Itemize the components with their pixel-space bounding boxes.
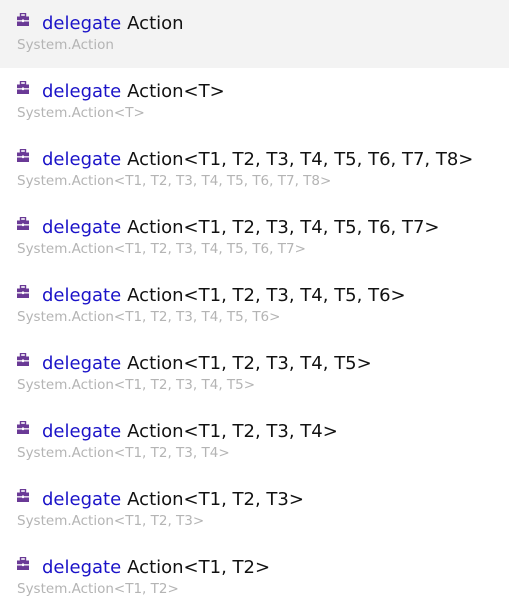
completion-item[interactable]: delegate Action<T1, T2> System.Action<T1…: [0, 544, 509, 612]
qualified-name-label: System.Action<T>: [17, 105, 145, 121]
item-title-row: delegate Action<T1, T2, T3, T4, T5, T6>: [17, 282, 406, 308]
qualified-name-label: System.Action<T1, T2, T3, T4, T5, T6, T7…: [17, 173, 332, 189]
item-title-row: delegate Action<T1, T2, T3, T4, T5, T6, …: [17, 146, 473, 172]
item-title-row: delegate Action<T>: [17, 78, 225, 104]
item-title-row: delegate Action<T1, T2, T3, T4>: [17, 418, 338, 444]
signature-label: Action<T1, T2, T3>: [127, 488, 304, 510]
qualified-name-label: System.Action<T1, T2, T3, T4, T5, T6>: [17, 309, 281, 325]
completion-item[interactable]: delegate Action<T> System.Action<T>: [0, 68, 509, 136]
delegate-icon: [17, 12, 29, 26]
signature-label: Action<T1, T2, T3, T4, T5, T6, T7>: [127, 216, 440, 238]
item-title-row: delegate Action<T1, T2, T3, T4, T5>: [17, 350, 372, 376]
completion-item[interactable]: delegate Action<T1, T2, T3, T4> System.A…: [0, 408, 509, 476]
item-title-row: delegate Action<T1, T2>: [17, 554, 270, 580]
signature-label: Action<T1, T2, T3, T4, T5>: [127, 352, 372, 374]
delegate-icon: [17, 80, 29, 94]
signature-label: Action<T1, T2>: [127, 556, 271, 578]
signature-label: Action: [127, 12, 184, 34]
completion-item[interactable]: delegate Action<T1, T2, T3, T4, T5, T6> …: [0, 272, 509, 340]
delegate-icon: [17, 556, 29, 570]
completion-item[interactable]: delegate Action<T1, T2, T3, T4, T5, T6, …: [0, 204, 509, 272]
delegate-icon: [17, 420, 29, 434]
qualified-name-label: System.Action: [17, 37, 114, 53]
signature-label: Action<T1, T2, T3, T4>: [127, 420, 338, 442]
qualified-name-label: System.Action<T1, T2, T3, T4>: [17, 445, 230, 461]
qualified-name-label: System.Action<T1, T2>: [17, 581, 179, 597]
delegate-icon: [17, 284, 29, 298]
signature-label: Action<T1, T2, T3, T4, T5, T6>: [127, 284, 406, 306]
item-title-row: delegate Action<T1, T2, T3>: [17, 486, 304, 512]
item-title-row: delegate Action: [17, 10, 184, 36]
keyword-label: delegate: [42, 420, 122, 442]
item-title-row: delegate Action<T1, T2, T3, T4, T5, T6, …: [17, 214, 440, 240]
qualified-name-label: System.Action<T1, T2, T3>: [17, 513, 205, 529]
qualified-name-label: System.Action<T1, T2, T3, T4, T5>: [17, 377, 256, 393]
delegate-icon: [17, 216, 29, 230]
keyword-label: delegate: [42, 148, 122, 170]
delegate-icon: [17, 352, 29, 366]
completion-item[interactable]: delegate Action<T1, T2, T3> System.Actio…: [0, 476, 509, 544]
delegate-icon: [17, 488, 29, 502]
completion-item[interactable]: delegate Action<T1, T2, T3, T4, T5, T6, …: [0, 136, 509, 204]
completion-item[interactable]: delegate Action<T1, T2, T3, T4, T5> Syst…: [0, 340, 509, 408]
keyword-label: delegate: [42, 488, 122, 510]
signature-label: Action<T1, T2, T3, T4, T5, T6, T7, T8>: [127, 148, 474, 170]
keyword-label: delegate: [42, 284, 122, 306]
keyword-label: delegate: [42, 556, 122, 578]
keyword-label: delegate: [42, 352, 122, 374]
keyword-label: delegate: [42, 12, 122, 34]
completion-list: delegate Action System.Action delegate A…: [0, 0, 509, 612]
completion-item[interactable]: delegate Action System.Action: [0, 0, 509, 68]
delegate-icon: [17, 148, 29, 162]
qualified-name-label: System.Action<T1, T2, T3, T4, T5, T6, T7…: [17, 241, 306, 257]
keyword-label: delegate: [42, 80, 122, 102]
signature-label: Action<T>: [127, 80, 225, 102]
keyword-label: delegate: [42, 216, 122, 238]
